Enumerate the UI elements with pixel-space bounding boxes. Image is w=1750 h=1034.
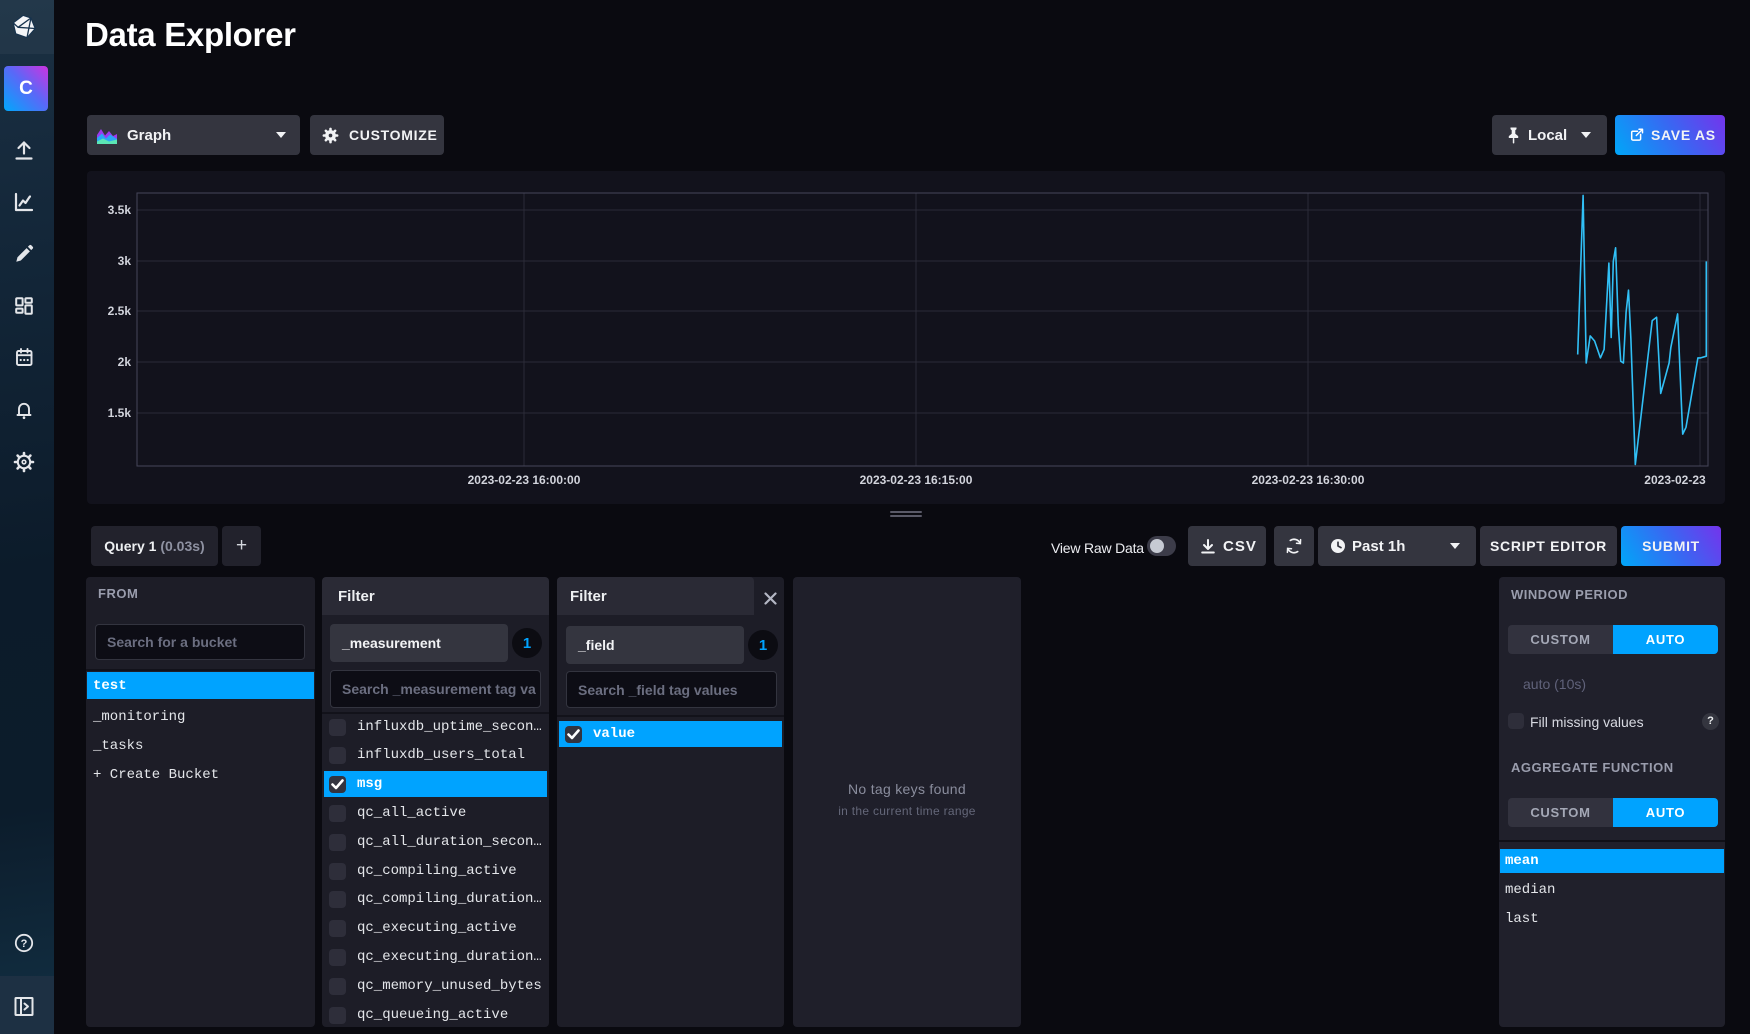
svg-text:3.5k: 3.5k — [108, 203, 132, 217]
svg-text:2023-02-23 16:30:00: 2023-02-23 16:30:00 — [1252, 473, 1365, 487]
svg-text:2023-02-23 16:15:00: 2023-02-23 16:15:00 — [860, 473, 973, 487]
svg-text:2.5k: 2.5k — [108, 304, 132, 318]
svg-text:2023-02-23 16:00:00: 2023-02-23 16:00:00 — [468, 473, 581, 487]
svg-text:?: ? — [21, 938, 28, 950]
svg-text:2023-02-23: 2023-02-23 — [1644, 473, 1706, 487]
svg-text:2k: 2k — [118, 355, 132, 369]
svg-text:1.5k: 1.5k — [108, 406, 132, 420]
svg-text:3k: 3k — [118, 254, 132, 268]
